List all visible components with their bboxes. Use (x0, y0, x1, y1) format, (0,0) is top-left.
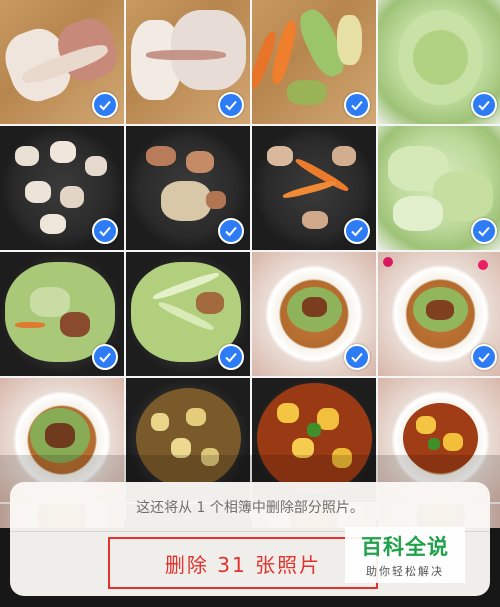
photo-tile[interactable] (378, 252, 500, 376)
photo-tile[interactable] (0, 0, 124, 124)
selected-check-icon (344, 344, 370, 370)
watermark-logo: 百科全说 助你轻松解决 (345, 527, 465, 583)
photo-tile[interactable] (126, 0, 250, 124)
photo-tile[interactable] (0, 252, 124, 376)
selected-check-icon (344, 92, 370, 118)
photo-tile[interactable] (126, 252, 250, 376)
selected-check-icon (471, 218, 497, 244)
photo-tile[interactable] (378, 126, 500, 250)
selected-check-icon (218, 218, 244, 244)
photo-tile[interactable] (252, 126, 376, 250)
selected-check-icon (92, 92, 118, 118)
watermark-subtitle: 助你轻松解决 (366, 565, 444, 578)
selected-check-icon (471, 92, 497, 118)
selected-check-icon (218, 344, 244, 370)
delete-photos-button[interactable]: 删除 31 张照片 (108, 537, 378, 589)
selected-check-icon (218, 92, 244, 118)
watermark-title: 百科全说 (361, 535, 449, 559)
photo-tile[interactable] (0, 126, 124, 250)
photo-grid (0, 0, 500, 528)
selected-check-icon (344, 218, 370, 244)
selected-check-icon (92, 218, 118, 244)
selected-check-icon (471, 344, 497, 370)
selected-check-icon (92, 344, 118, 370)
photo-tile[interactable] (252, 0, 376, 124)
photo-tile[interactable] (252, 252, 376, 376)
photo-tile[interactable] (378, 0, 500, 124)
action-sheet-message: 这还将从 1 个相簿中删除部分照片。 (10, 482, 490, 532)
photo-tile[interactable] (126, 126, 250, 250)
